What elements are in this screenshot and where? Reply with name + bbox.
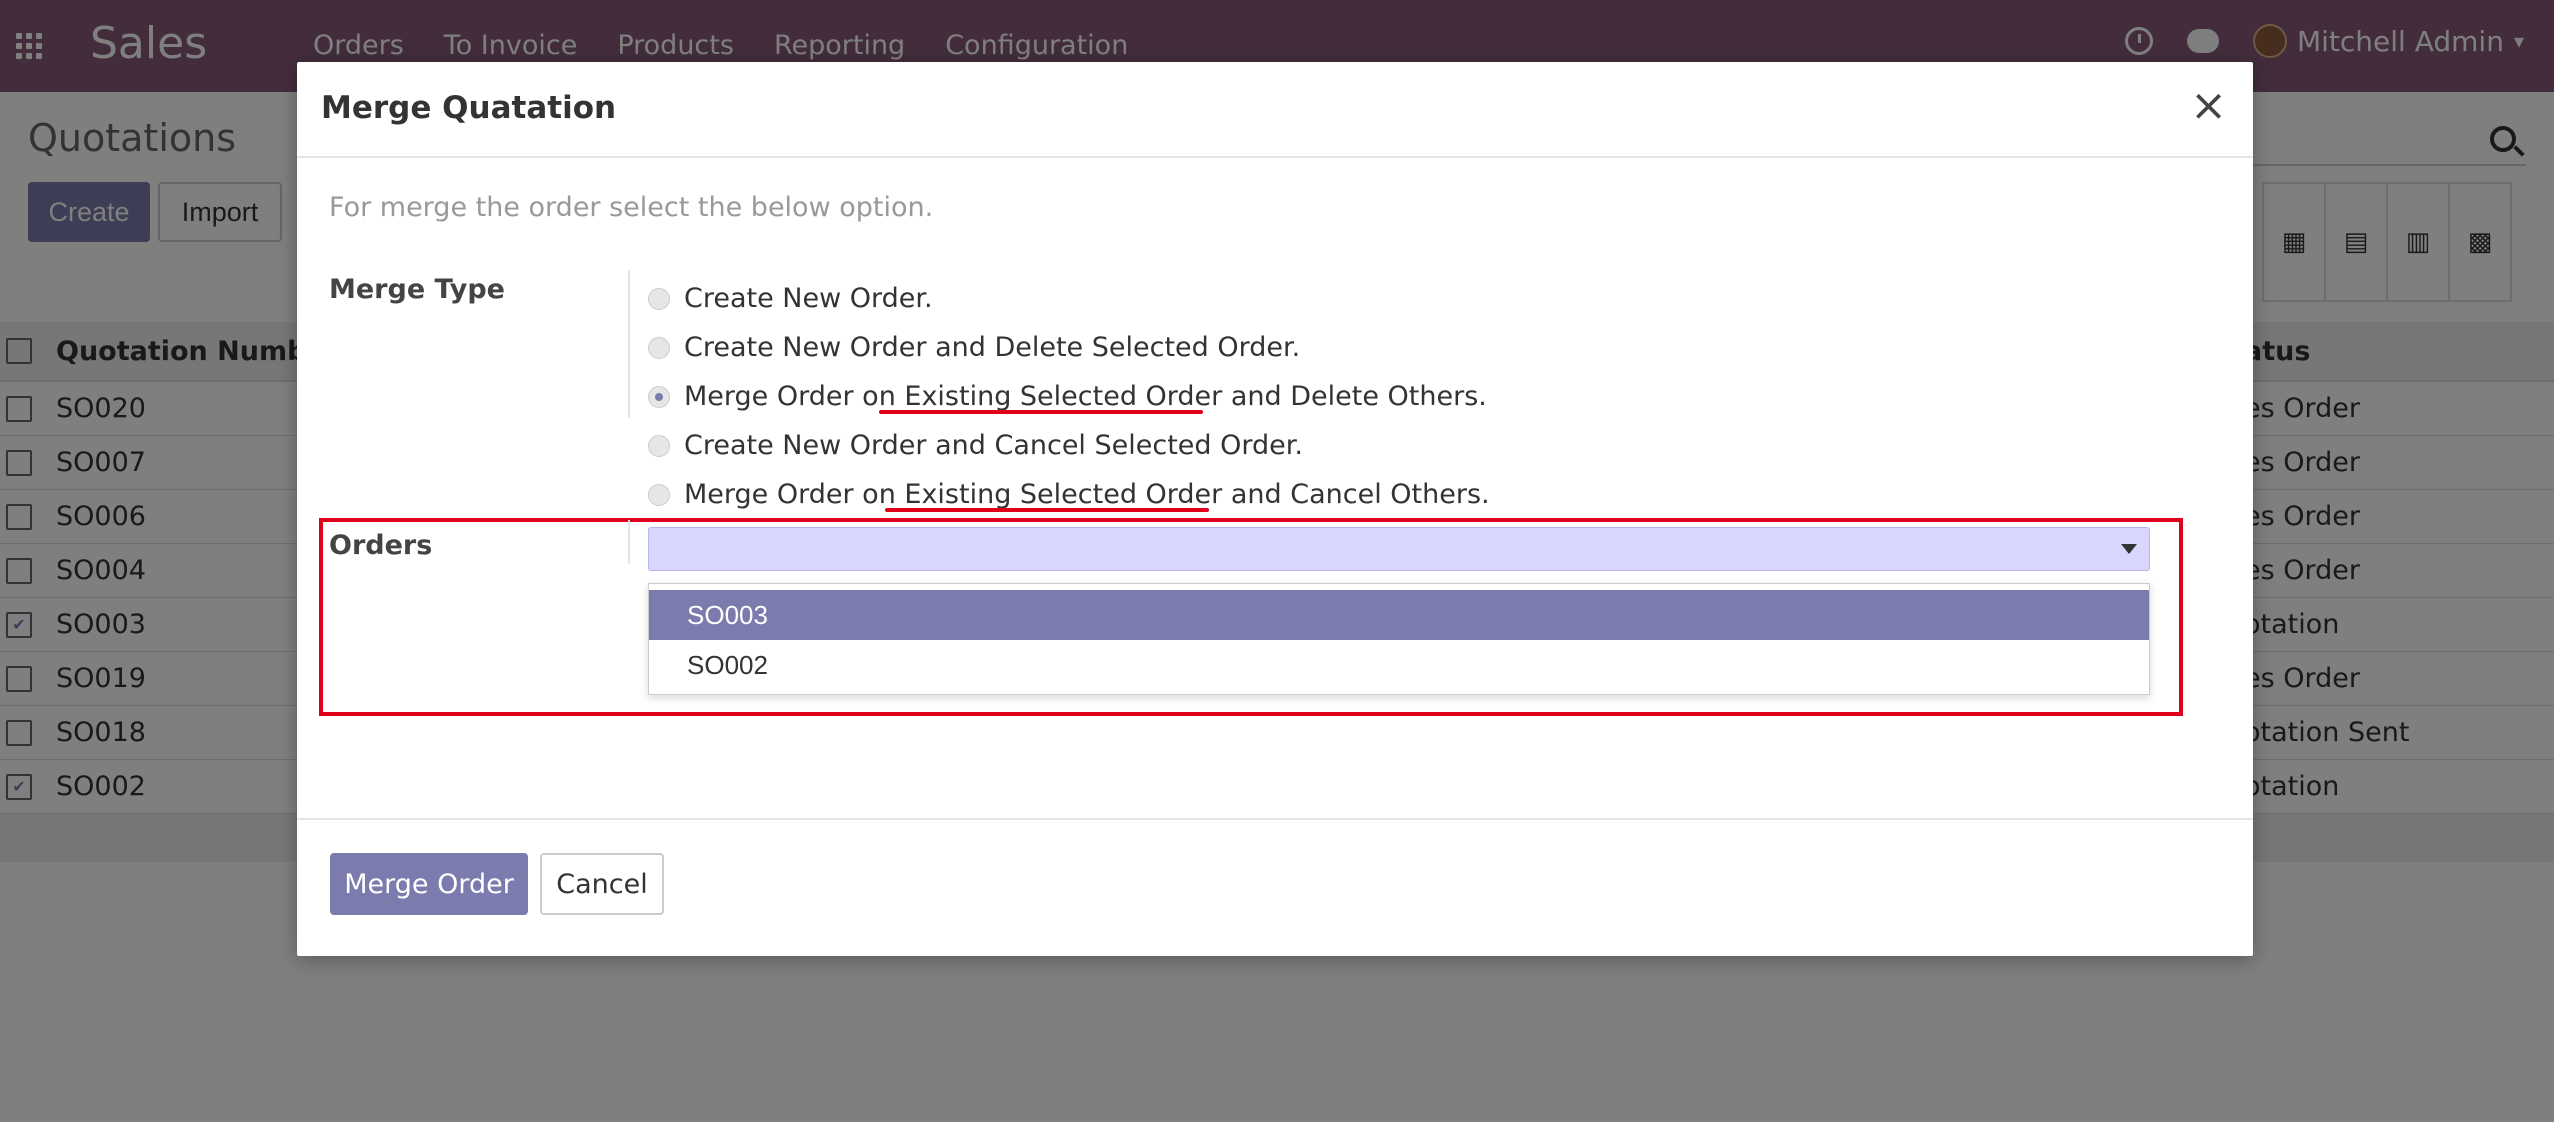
- dialog-footer: Merge Order Cancel: [297, 818, 2253, 956]
- dialog-header: Merge Quatation ×: [297, 62, 2253, 158]
- dialog-hint: For merge the order select the below opt…: [329, 192, 934, 223]
- close-icon[interactable]: ×: [2190, 84, 2227, 128]
- cancel-button[interactable]: Cancel: [540, 853, 664, 915]
- radio-label: Merge Order on Existing Selected Order a…: [684, 479, 1490, 510]
- merge-order-button[interactable]: Merge Order: [330, 853, 528, 915]
- radio-button[interactable]: [648, 287, 670, 310]
- divider: [628, 270, 630, 418]
- highlight-underline: [885, 508, 1209, 512]
- divider: [628, 520, 630, 564]
- dropdown-option-so003[interactable]: SO003: [649, 590, 2149, 640]
- orders-label: Orders: [329, 530, 433, 561]
- radio-label: Create New Order and Cancel Selected Ord…: [684, 430, 1303, 461]
- orders-dropdown: SO003 SO002: [648, 583, 2150, 695]
- dialog-title: Merge Quatation: [321, 90, 617, 126]
- radio-label: Create New Order and Delete Selected Ord…: [684, 332, 1301, 363]
- radio-button[interactable]: [648, 385, 670, 408]
- radio-label: Create New Order.: [684, 283, 933, 314]
- highlight-underline: [879, 410, 1203, 414]
- radio-button[interactable]: [648, 434, 670, 457]
- caret-down-icon[interactable]: [2121, 544, 2137, 554]
- radio-button[interactable]: [648, 483, 670, 506]
- radio-label: Merge Order on Existing Selected Order a…: [684, 381, 1487, 412]
- merge-type-option[interactable]: Create New Order and Cancel Selected Ord…: [648, 421, 1490, 470]
- merge-type-option[interactable]: Create New Order.: [648, 274, 1490, 323]
- merge-type-radio-group: Create New Order. Create New Order and De…: [648, 274, 1490, 519]
- radio-button[interactable]: [648, 336, 670, 359]
- merge-quotation-dialog: Merge Quatation × For merge the order se…: [297, 62, 2253, 956]
- orders-select[interactable]: [648, 527, 2150, 571]
- merge-type-label: Merge Type: [329, 274, 505, 305]
- dropdown-option-so002[interactable]: SO002: [649, 640, 2149, 690]
- merge-type-option[interactable]: Create New Order and Delete Selected Ord…: [648, 323, 1490, 372]
